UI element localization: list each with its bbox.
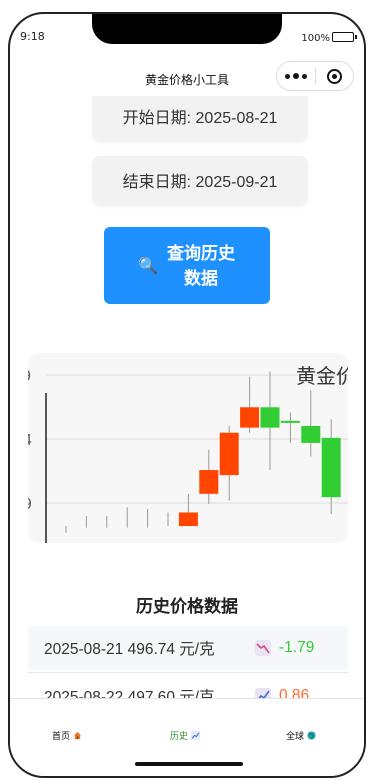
start-date-picker[interactable]: 开始日期: 2025-08-21: [93, 96, 307, 140]
search-icon: 🔍: [138, 257, 158, 275]
history-section-title: 历史价格数据: [136, 597, 238, 616]
tab-history[interactable]: 历史: [170, 729, 201, 742]
candlestick-chart: 9 54 09 黄金价: [28, 365, 348, 543]
tab-home[interactable]: 首页: [52, 729, 82, 742]
mini-program-capsule: [276, 61, 354, 91]
candle-body: [280, 420, 300, 423]
more-menu-icon[interactable]: [277, 62, 315, 90]
query-history-label: 查询历史数据: [166, 243, 235, 288]
candle-body: [240, 407, 260, 428]
status-time: 9:18: [20, 30, 45, 43]
candle-body: [199, 470, 219, 494]
tab-global[interactable]: 全球: [286, 729, 316, 742]
battery-percent: 100%: [301, 33, 330, 44]
house-icon: [73, 731, 82, 740]
phone-frame: 9:18 100% 黄金价格小工具 开始日期: 2025-08-21 结束日期:…: [8, 12, 366, 778]
candle-body: [219, 432, 239, 476]
close-miniprogram-icon[interactable]: [315, 62, 353, 90]
history-row-change: -1.79: [279, 639, 315, 656]
tab-home-label: 首页: [52, 732, 71, 742]
y-tick-label: 09: [28, 496, 32, 513]
row-divider: [28, 672, 348, 673]
main-content: 开始日期: 2025-08-21 结束日期: 2025-09-21 🔍 查询历史…: [10, 96, 364, 702]
y-tick-label: 54: [28, 432, 32, 449]
chart-increasing-icon: [191, 731, 201, 740]
globe-icon: [307, 731, 316, 740]
end-date-picker[interactable]: 结束日期: 2025-09-21: [93, 156, 307, 204]
chart-candles: [65, 371, 341, 533]
battery-icon: [332, 32, 357, 42]
notch: [92, 14, 282, 44]
price-chart[interactable]: 9 54 09 黄金价: [28, 353, 348, 543]
y-tick-label: 9: [28, 368, 31, 385]
tab-bar: 首页 历史 全球: [10, 698, 364, 776]
tab-history-label: 历史: [170, 732, 189, 742]
home-indicator: [135, 762, 243, 766]
chart-title: 黄金价: [296, 365, 348, 388]
candle-body: [178, 512, 198, 527]
candle-body: [321, 437, 341, 498]
chart-decreasing-icon: [255, 640, 271, 656]
history-row-text: 2025-08-21 496.74 元/克: [44, 641, 215, 658]
tab-global-label: 全球: [286, 732, 305, 742]
query-history-button[interactable]: 🔍 查询历史数据: [104, 227, 270, 304]
candle-body: [260, 407, 280, 428]
history-row[interactable]: 2025-08-21 496.74 元/克 -1.79: [28, 626, 348, 670]
candle-body: [301, 425, 321, 443]
